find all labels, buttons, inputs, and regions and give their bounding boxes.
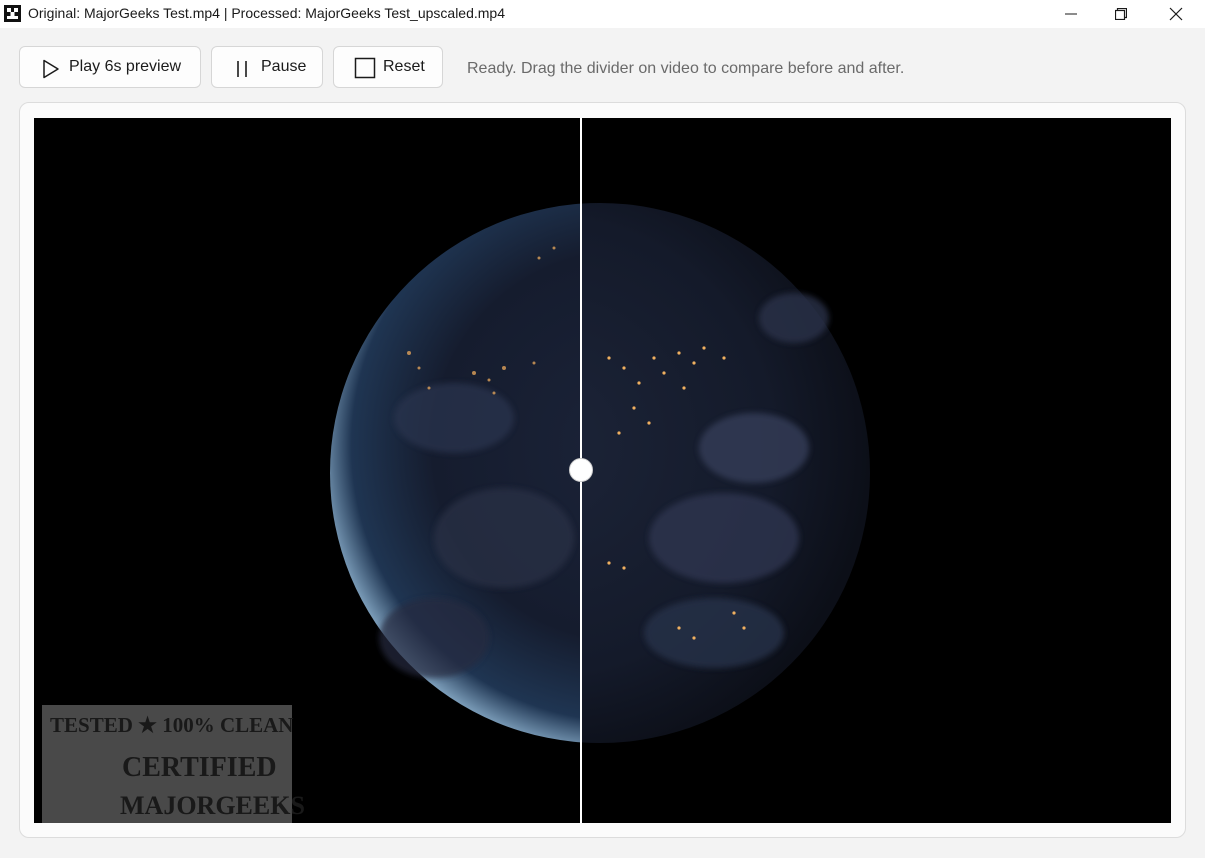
pause-label: Pause	[261, 58, 307, 75]
window-title: Original: MajorGeeks Test.mp4 | Processe…	[28, 5, 505, 21]
window-bottom-edge	[0, 846, 1205, 858]
play-preview-button[interactable]: Play 6s preview	[19, 46, 201, 88]
play-preview-label: Play 6s preview	[69, 58, 182, 75]
certified-watermark: TESTED ★ 100% CLEAN CERTIFIED MAJORGEEKS…	[42, 705, 305, 823]
restore-icon	[1115, 8, 1127, 20]
video-frame: TESTED ★ 100% CLEAN CERTIFIED MAJORGEEKS…	[34, 118, 1171, 823]
title-bar: Original: MajorGeeks Test.mp4 | Processe…	[0, 0, 1205, 28]
play-icon	[43, 59, 59, 79]
close-icon	[1169, 7, 1183, 21]
reset-button[interactable]: Reset	[333, 46, 443, 88]
video-compare-view[interactable]: TESTED ★ 100% CLEAN CERTIFIED MAJORGEEKS…	[34, 118, 1171, 823]
restore-button[interactable]	[1098, 0, 1144, 28]
divider-handle-icon[interactable]	[569, 458, 593, 482]
close-button[interactable]	[1153, 0, 1199, 28]
reset-label: Reset	[383, 58, 425, 75]
svg-text:CERTIFIED: CERTIFIED	[122, 752, 277, 783]
app-logo-icon	[4, 5, 21, 22]
pause-button[interactable]: Pause	[211, 46, 323, 88]
svg-text:TESTED ★ 100% CLEAN: TESTED ★ 100% CLEAN	[50, 713, 293, 737]
pause-icon	[237, 61, 247, 77]
stop-square-icon	[354, 57, 376, 79]
minimize-icon	[1065, 13, 1077, 15]
status-text: Ready. Drag the divider on video to comp…	[467, 60, 905, 77]
minimize-button[interactable]	[1048, 0, 1094, 28]
app-window: Original: MajorGeeks Test.mp4 | Processe…	[0, 0, 1205, 858]
svg-text:MAJORGEEKS: MAJORGEEKS	[120, 791, 305, 820]
